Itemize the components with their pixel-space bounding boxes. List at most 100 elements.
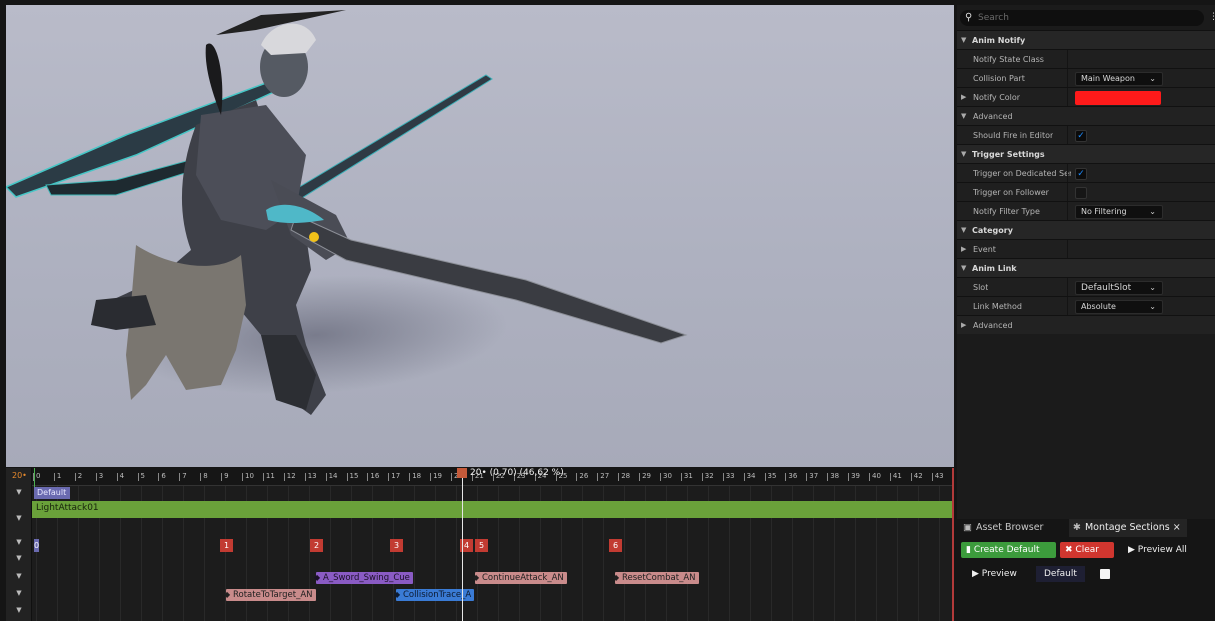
trigger-dedicated-checkbox[interactable]: ✓: [1075, 168, 1087, 180]
ruler-tick: 2: [74, 472, 82, 484]
section-marker-2[interactable]: 2: [310, 539, 323, 552]
ruler-tick: 32: [701, 472, 714, 484]
notify-filter-dropdown[interactable]: No Filtering ⌄: [1075, 205, 1163, 219]
notify-rotate-to-target[interactable]: RotateToTarget_AN: [224, 589, 316, 601]
ruler-tick: 30: [660, 472, 672, 484]
chevron-down-icon: ▼: [961, 264, 967, 272]
category-advanced[interactable]: ▼ Advanced: [957, 106, 1215, 125]
section-marker-3[interactable]: 3: [390, 539, 403, 552]
ruler-tick: 35: [764, 472, 776, 484]
trigger-follower-checkbox[interactable]: [1075, 187, 1087, 199]
notify-color-swatch[interactable]: [1075, 91, 1161, 105]
ruler-tick: 38: [827, 472, 839, 484]
chevron-down-icon[interactable]: ▼: [12, 572, 26, 582]
row-should-fire: Should Fire in Editor ✓: [957, 125, 1215, 145]
chevron-down-icon: ⌄: [1149, 283, 1156, 292]
chevron-down-icon: ▼: [961, 150, 967, 158]
category-anim-notify[interactable]: ▼ Anim Notify: [957, 30, 1215, 49]
ruler-tick: 26: [576, 472, 588, 484]
ruler-tick: 6: [158, 472, 166, 484]
section-checkbox[interactable]: [1100, 569, 1110, 579]
collision-part-dropdown[interactable]: Main Weapon ⌄: [1075, 72, 1163, 86]
ruler-tick: 37: [806, 472, 818, 484]
notify-reset-combat[interactable]: ResetCombat_AN: [613, 572, 699, 584]
category-anim-link[interactable]: ▼ Anim Link: [957, 258, 1215, 277]
chevron-down-icon[interactable]: ▼: [12, 488, 26, 498]
ruler-tick: 19: [430, 472, 442, 484]
details-panel: ⚲ Search ⋮ ▼ Anim Notify Notify State Cla…: [957, 5, 1215, 525]
notify-sword-swing[interactable]: A_Sword_Swing_Cue: [314, 572, 413, 584]
ruler-tick: 15: [346, 472, 358, 484]
section-marker-1[interactable]: 1: [220, 539, 233, 552]
close-icon[interactable]: ×: [1173, 522, 1181, 533]
chevron-down-icon: ⌄: [1149, 74, 1156, 83]
row-slot: Slot DefaultSlot ⌄: [957, 277, 1215, 297]
chevron-right-icon[interactable]: ▶: [961, 93, 966, 101]
row-trigger-follower: Trigger on Follower: [957, 182, 1215, 202]
montage-timeline[interactable]: 0123456789101112131415161718192021222324…: [6, 468, 954, 621]
slot-dropdown[interactable]: DefaultSlot ⌄: [1075, 281, 1163, 295]
playhead-line[interactable]: [462, 468, 463, 621]
search-placeholder: Search: [978, 13, 1009, 23]
create-default-button[interactable]: ▮ Create Default: [961, 542, 1056, 558]
ruler-tick: 4: [116, 472, 124, 484]
row-notify-filter-type: Notify Filter Type No Filtering ⌄: [957, 201, 1215, 221]
ruler-tick: 13: [304, 472, 317, 484]
chevron-down-icon: ▼: [961, 226, 967, 234]
ruler-tick: 34: [743, 472, 756, 484]
ruler-tick: 31: [680, 472, 693, 484]
category-advanced-link[interactable]: ▶ Advanced: [957, 315, 1215, 334]
chevron-right-icon: ▶: [961, 245, 967, 253]
ruler-tick: 10: [242, 472, 254, 484]
chevron-down-icon: ▼: [961, 36, 967, 44]
slot-track-label[interactable]: Default: [34, 487, 70, 499]
row-event[interactable]: ▶ Event: [957, 239, 1215, 259]
ruler-tick: 14: [325, 472, 338, 484]
track-header-column: 20• ▼ ▼ ▼ ▼ ▼ ▼ ▼: [6, 468, 32, 621]
row-notify-state-class: Notify State Class: [957, 49, 1215, 69]
link-method-dropdown[interactable]: Absolute ⌄: [1075, 300, 1163, 314]
section-marker-5[interactable]: 5: [475, 539, 488, 552]
montage-section-bar[interactable]: LightAttack01: [32, 501, 954, 518]
should-fire-checkbox[interactable]: ✓: [1075, 130, 1087, 142]
chevron-down-icon[interactable]: ▼: [12, 538, 26, 548]
playhead-handle[interactable]: [457, 468, 467, 478]
montage-sections-icon: ✱: [1073, 522, 1081, 533]
ruler-tick: 7: [178, 472, 187, 484]
chevron-down-icon: ⌄: [1149, 207, 1156, 216]
panel-options-icon[interactable]: ⋮: [1209, 12, 1215, 22]
section-marker-6[interactable]: 6: [609, 539, 622, 552]
ruler-tick: 1: [53, 472, 61, 484]
ruler-tick: 11: [262, 472, 275, 484]
chevron-right-icon: ▶: [961, 321, 967, 329]
tab-montage-sections[interactable]: ✱ Montage Sections ×: [1069, 519, 1187, 537]
search-icon: ⚲: [965, 12, 973, 23]
category-trigger-settings[interactable]: ▼ Trigger Settings: [957, 144, 1215, 163]
row-link-method: Link Method Absolute ⌄: [957, 296, 1215, 316]
ruler-tick: 43: [931, 472, 944, 484]
chevron-down-icon[interactable]: ▼: [12, 554, 26, 564]
section-marker-0[interactable]: 0: [34, 539, 40, 552]
chevron-down-icon[interactable]: ▼: [12, 606, 26, 616]
ruler-tick: 41: [889, 472, 902, 484]
preview-button[interactable]: ▶ Preview: [967, 566, 1023, 582]
section-name: LightAttack01: [36, 503, 99, 513]
tab-asset-browser[interactable]: ▣ Asset Browser: [959, 519, 1067, 537]
search-input[interactable]: ⚲ Search: [960, 10, 1204, 26]
row-trigger-dedicated: Trigger on Dedicated Ser... ✓: [957, 163, 1215, 183]
ruler-tick: 0: [32, 472, 40, 484]
preview-viewport[interactable]: [6, 5, 954, 467]
chevron-down-icon[interactable]: ▼: [12, 514, 26, 524]
ruler-tick: 3: [95, 472, 103, 484]
notify-continue-attack[interactable]: ContinueAttack_AN: [473, 572, 567, 584]
category-category[interactable]: ▼ Category: [957, 220, 1215, 239]
playhead-readout: 20• (0,70) (46,62 %): [470, 468, 564, 478]
close-icon: ✖: [1065, 545, 1076, 555]
chevron-down-icon[interactable]: ▼: [12, 589, 26, 599]
start-marker: [34, 468, 35, 488]
preview-all-button[interactable]: ▶ Preview All: [1123, 542, 1193, 558]
ruler-tick: 12: [283, 472, 296, 484]
default-section-chip[interactable]: Default: [1036, 566, 1085, 582]
clear-button[interactable]: ✖ Clear: [1060, 542, 1114, 558]
character-preview-image: [6, 10, 688, 415]
